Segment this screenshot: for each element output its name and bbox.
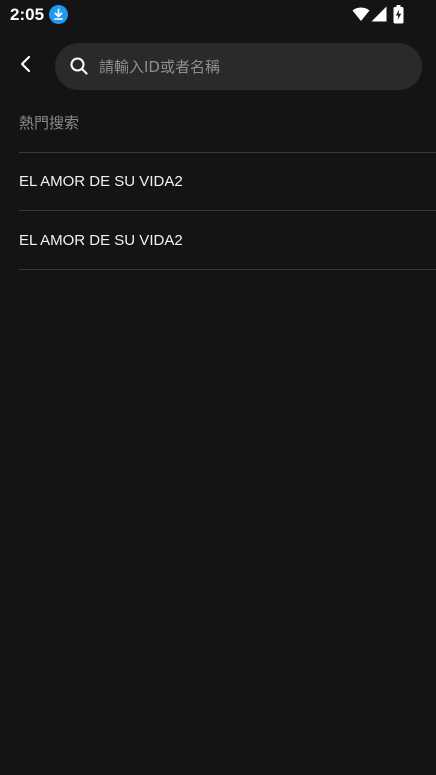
hot-search-item[interactable]: EL AMOR DE SU VIDA2 <box>0 211 436 270</box>
status-time: 2:05 <box>10 5 45 24</box>
status-icons <box>352 5 404 26</box>
item-divider <box>19 269 436 270</box>
signal-icon <box>371 6 387 26</box>
battery-charging-icon <box>393 5 404 28</box>
back-button[interactable] <box>10 50 42 82</box>
hot-search-title: 熱門搜索 <box>19 114 80 132</box>
search-box[interactable] <box>55 43 422 90</box>
download-icon <box>49 5 68 24</box>
hot-search-item-label: EL AMOR DE SU VIDA2 <box>19 232 183 249</box>
status-bar: 2:05 <box>0 0 436 30</box>
wifi-icon <box>352 6 370 26</box>
search-icon <box>69 56 89 76</box>
hot-search-item-label: EL AMOR DE SU VIDA2 <box>19 173 183 190</box>
hot-search-item[interactable]: EL AMOR DE SU VIDA2 <box>0 152 436 211</box>
hot-search-list: EL AMOR DE SU VIDA2 EL AMOR DE SU VIDA2 <box>0 152 436 270</box>
chevron-left-icon <box>19 55 33 77</box>
search-input[interactable] <box>99 43 409 90</box>
